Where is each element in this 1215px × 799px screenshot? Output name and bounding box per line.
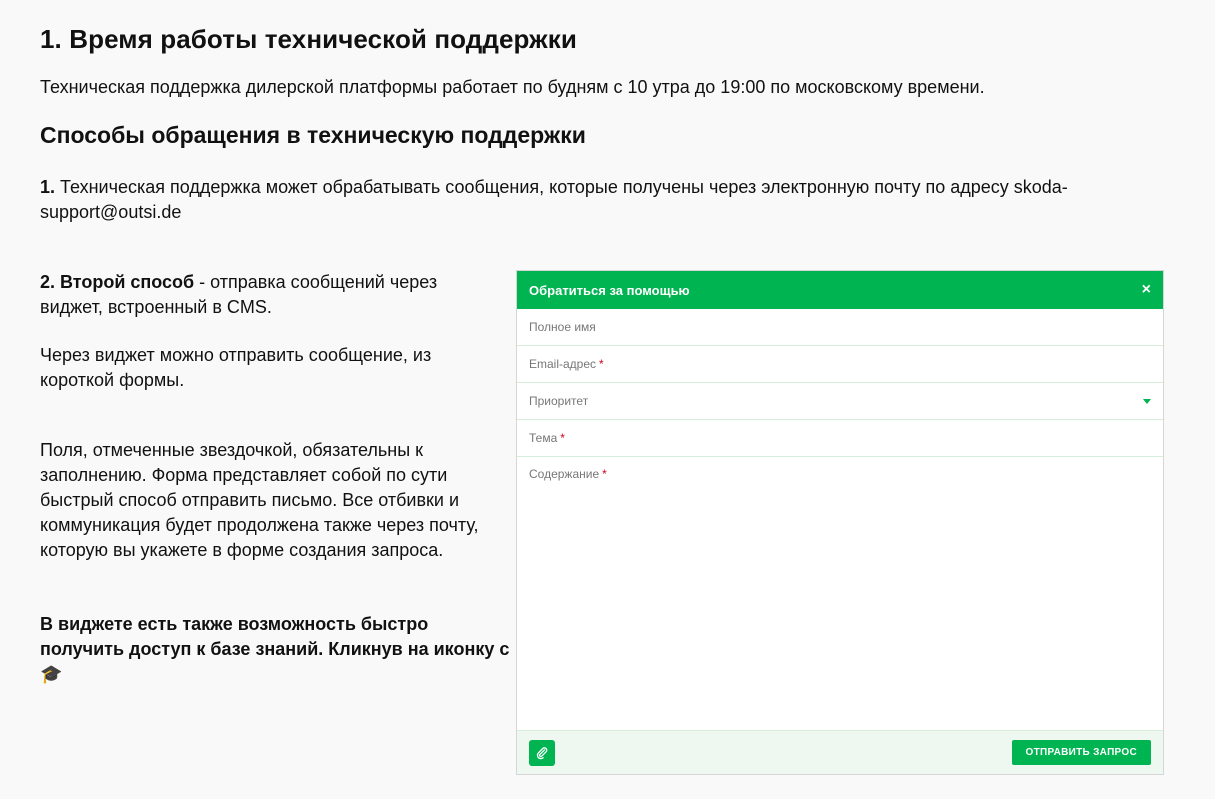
required-mark: * bbox=[560, 431, 565, 445]
subject-placeholder: Тема bbox=[529, 431, 558, 445]
submit-request-button[interactable]: ОТПРАВИТЬ ЗАПРОС bbox=[1011, 740, 1151, 765]
intro-text: Техническая поддержка дилерской платформ… bbox=[40, 77, 985, 97]
method-2-text: 2. Второй способ - отправка сообщений че… bbox=[40, 270, 500, 320]
methods-title: Способы обращения в техническую поддержк… bbox=[40, 122, 586, 148]
chevron-down-icon bbox=[1143, 399, 1151, 404]
required-mark: * bbox=[599, 357, 604, 371]
fields-description: Поля, отмеченные звездочкой, обязательны… bbox=[40, 440, 479, 560]
widget-title: Обратиться за помощью bbox=[529, 282, 690, 298]
widget-header: Обратиться за помощью × bbox=[517, 271, 1163, 309]
content-placeholder: Содержание bbox=[529, 467, 600, 481]
priority-select[interactable]: Приоритет bbox=[517, 383, 1163, 420]
full-name-placeholder: Полное имя bbox=[529, 320, 596, 334]
subject-field[interactable]: Тема * bbox=[517, 420, 1163, 457]
knowledge-base-body: В виджете есть также возможность быстро … bbox=[40, 614, 510, 659]
email-field[interactable]: Email-адрес * bbox=[517, 346, 1163, 383]
knowledge-base-text: В виджете есть также возможность быстро … bbox=[40, 612, 510, 687]
attach-button[interactable] bbox=[529, 739, 555, 766]
page: 1. Время работы технической поддержки Те… bbox=[0, 0, 1215, 799]
method-1-body: Техническая поддержка может обрабатывать… bbox=[40, 177, 1068, 222]
method-1-number: 1. bbox=[40, 177, 56, 197]
method-2-title: 2. Второй способ bbox=[40, 272, 195, 292]
required-mark: * bbox=[602, 467, 607, 481]
paperclip-icon bbox=[536, 746, 548, 759]
widget-footer: ОТПРАВИТЬ ЗАПРОС bbox=[517, 730, 1163, 774]
priority-placeholder: Приоритет bbox=[529, 394, 589, 408]
content-textarea[interactable]: Содержание * bbox=[517, 457, 1163, 727]
close-icon[interactable]: × bbox=[1142, 282, 1151, 298]
page-title: 1. Время работы технической поддержки bbox=[40, 24, 577, 54]
graduation-cap-icon: 🎓 bbox=[40, 664, 63, 684]
email-placeholder: Email-адрес bbox=[529, 357, 597, 371]
method-1-text: 1. Техническая поддержка может обрабатыв… bbox=[40, 175, 1170, 225]
full-name-field[interactable]: Полное имя bbox=[517, 309, 1163, 346]
widget-description: Через виджет можно отправить сообщение, … bbox=[40, 345, 432, 390]
help-widget: Обратиться за помощью × Полное имя Email… bbox=[516, 270, 1164, 775]
